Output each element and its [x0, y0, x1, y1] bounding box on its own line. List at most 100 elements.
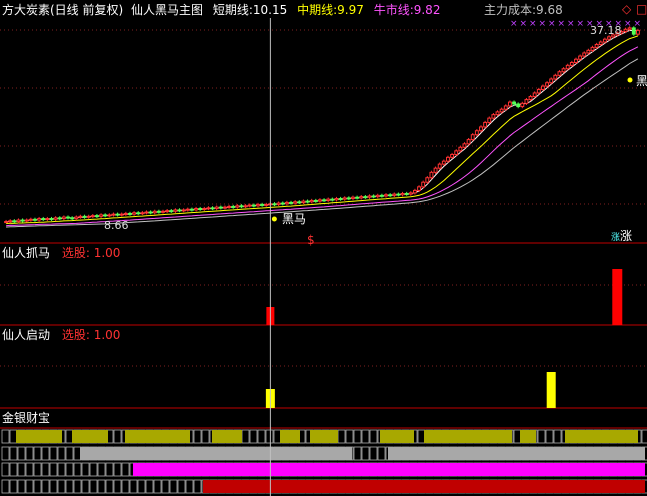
candle-body — [334, 198, 339, 201]
candle-body — [161, 210, 165, 213]
stripe-cell — [369, 429, 378, 444]
stripe-cell — [73, 462, 82, 477]
stripe-cell — [113, 462, 122, 477]
x-marker: × — [567, 19, 575, 29]
candle-body — [429, 171, 434, 179]
candle — [425, 176, 430, 184]
x-marker: × — [510, 19, 518, 29]
candle — [276, 201, 281, 207]
candle — [61, 215, 66, 221]
candle-body — [103, 214, 108, 217]
stripe-cell — [369, 446, 378, 461]
stripe-cell — [1, 429, 10, 444]
main-price-panel[interactable]: × × × × × × × × × × × × × × — [0, 19, 647, 367]
stripe-cell — [33, 479, 42, 494]
candle-body — [400, 192, 405, 196]
candle-body — [223, 206, 227, 209]
stripe-cell — [65, 446, 74, 461]
stripe-cell — [417, 429, 426, 444]
stripe-cell — [113, 479, 122, 494]
candle-body — [301, 200, 306, 203]
stripe-cell — [17, 446, 26, 461]
stripe-cell — [113, 429, 122, 444]
candle — [470, 133, 475, 142]
candle-body — [94, 215, 99, 218]
square-icon[interactable]: □ — [636, 2, 647, 16]
stripe-segment — [424, 430, 512, 443]
stripe-cell — [65, 462, 74, 477]
stripe-cell — [249, 429, 258, 444]
candle — [128, 211, 132, 216]
candle-body — [66, 216, 70, 219]
candle-body — [446, 156, 450, 162]
candle-body — [206, 207, 211, 210]
candle-body — [412, 189, 417, 194]
candle — [74, 215, 79, 221]
candle — [491, 113, 496, 120]
candle-body — [74, 216, 79, 220]
candle-body — [404, 192, 409, 195]
stripe-cell — [9, 446, 18, 461]
stripe-cell — [177, 479, 186, 494]
candle — [41, 216, 46, 221]
candle — [334, 196, 339, 202]
candle — [33, 217, 37, 222]
stripe-cell — [89, 479, 98, 494]
candle — [161, 209, 165, 214]
stripe-cell — [121, 462, 130, 477]
stripe-segment — [520, 430, 536, 443]
stripe-cell — [153, 479, 162, 494]
mid-line-path — [6, 35, 639, 225]
diamond-icon[interactable]: ◇ — [622, 2, 631, 16]
x-marker: × — [634, 19, 642, 29]
candle-body — [346, 197, 351, 200]
stripe-cell — [161, 479, 170, 494]
zhang-prefix: 涨 — [611, 233, 621, 243]
candle-body — [156, 210, 161, 213]
candle-body — [363, 196, 368, 199]
candle-body — [313, 199, 318, 202]
candle-body — [590, 46, 595, 51]
candle-body — [165, 210, 170, 213]
stripe-cell — [265, 429, 274, 444]
candle-body — [384, 194, 388, 197]
stripe-cell — [81, 462, 90, 477]
stripe-cell — [49, 462, 58, 477]
stripe-cell — [41, 462, 50, 477]
candle-body — [243, 205, 248, 208]
candle — [202, 206, 207, 211]
candle-body — [578, 55, 583, 60]
candle — [210, 206, 215, 211]
candle — [194, 206, 198, 212]
candle — [37, 216, 42, 222]
stripe-cell — [9, 429, 18, 444]
panel3-stripes — [1, 429, 647, 494]
stripe-segment — [280, 430, 300, 443]
candle-body — [545, 82, 550, 87]
candle-body — [37, 218, 42, 221]
candle-body — [441, 160, 446, 165]
candle — [388, 193, 393, 197]
candle-body — [462, 143, 467, 148]
candle — [90, 213, 95, 218]
candle — [57, 216, 62, 221]
stripe-segment — [203, 480, 645, 493]
panel1-signal-bars — [266, 269, 623, 325]
candle-body — [45, 218, 50, 221]
x-marker: × — [539, 19, 547, 29]
candle — [322, 198, 327, 203]
candle-body — [256, 203, 260, 207]
candle-body — [458, 146, 463, 152]
candle-body — [569, 61, 574, 66]
candle-body — [565, 64, 570, 70]
panel2-signal-bar — [546, 372, 556, 408]
candle-body — [181, 209, 186, 212]
x-marker: × — [548, 19, 556, 29]
candle — [342, 196, 347, 201]
stripe-segment — [388, 447, 645, 460]
candle — [28, 217, 33, 222]
candle-body — [297, 201, 302, 204]
candle-body — [119, 213, 124, 216]
candle-body — [532, 92, 537, 98]
candle — [243, 204, 248, 209]
